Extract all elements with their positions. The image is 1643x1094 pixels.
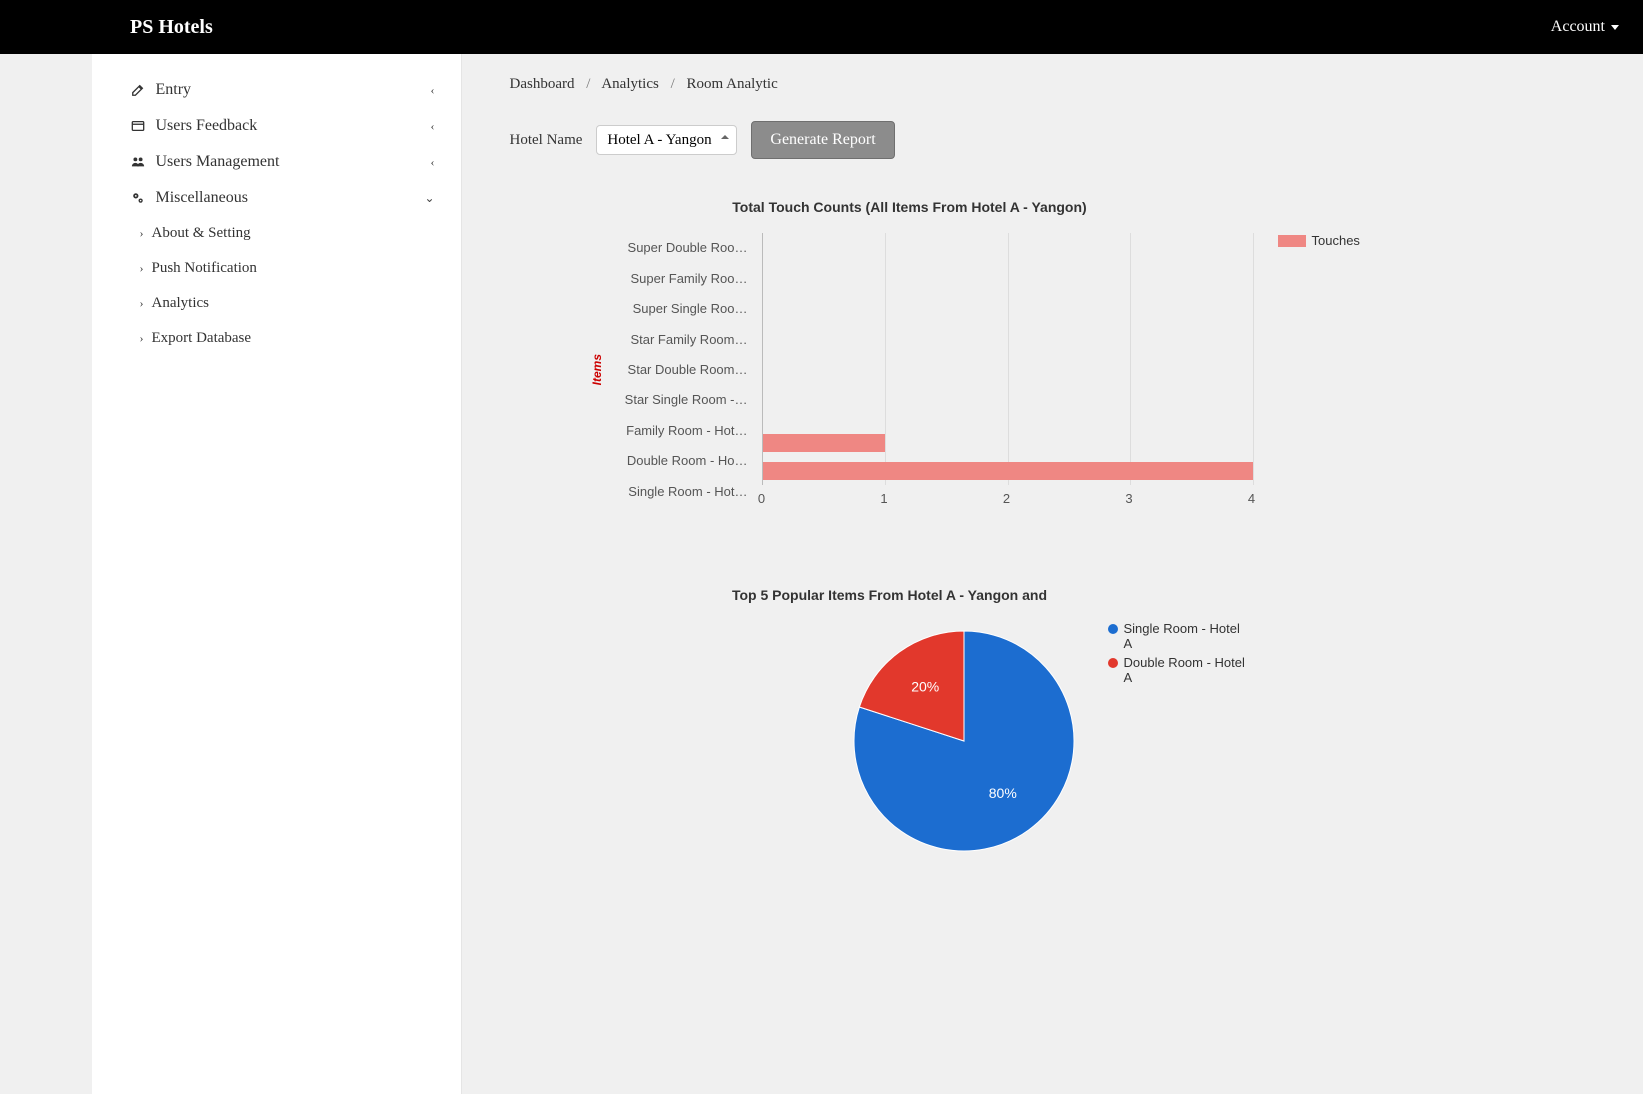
breadcrumb-dashboard[interactable]: Dashboard [510,76,575,92]
svg-text:80%: 80% [988,785,1016,801]
top-bar: PS Hotels Account [0,0,1643,54]
nav-entry[interactable]: Entry ‹ [92,72,461,108]
chevron-left-icon: ‹ [431,155,435,170]
account-label: Account [1551,18,1605,36]
hotel-select[interactable]: Hotel A - Yangon [596,125,737,155]
chevron-down-icon: ⌄ [424,191,434,206]
breadcrumb-separator: / [671,76,675,92]
nav-entry-label: Entry [156,81,192,99]
breadcrumb: Dashboard / Analytics / Room Analytic [510,76,1582,93]
bar-chart-x-axis: 01234 [762,491,1252,507]
bar-chart-legend: Touches [1278,233,1360,507]
edit-icon [130,83,146,97]
account-menu[interactable]: Account [1551,18,1619,36]
generate-report-button[interactable]: Generate Report [751,121,894,159]
nav-about-setting[interactable]: › About & Setting [92,216,461,251]
filter-row: Hotel Name Hotel A - Yangon Generate Rep… [510,121,1582,159]
nav-miscellaneous[interactable]: Miscellaneous ⌄ [92,180,461,216]
bar-chart-categories: Super Double Roo…Super Family Roo…Super … [618,233,748,507]
chevron-right-icon: › [140,261,144,276]
bar [763,434,886,452]
brand-title[interactable]: PS Hotels [130,16,213,39]
nav-push-notification[interactable]: › Push Notification [92,251,461,286]
chevron-left-icon: ‹ [431,83,435,98]
pie-chart-legend: Single Room - Hotel ADouble Room - Hotel… [1108,621,1248,861]
bar-chart-legend-label: Touches [1312,233,1360,248]
hotel-select-wrap: Hotel A - Yangon [596,125,737,155]
bar [763,462,1253,480]
breadcrumb-current: Room Analytic [687,76,778,92]
users-icon [130,155,146,169]
nav-analytics[interactable]: › Analytics [92,286,461,321]
gears-icon [130,191,146,205]
legend-swatch [1278,235,1306,247]
main-content: Dashboard / Analytics / Room Analytic Ho… [462,54,1622,1094]
bar-chart-y-axis-label: Items [590,354,604,385]
caret-down-icon [1611,25,1619,30]
pie-chart-plot: 80% 20% [844,621,1084,861]
chevron-right-icon: › [140,296,144,311]
nav-push-notification-label: Push Notification [152,260,257,277]
chevron-left-icon: ‹ [431,119,435,134]
nav-miscellaneous-label: Miscellaneous [156,189,248,207]
pie-chart-title: Top 5 Popular Items From Hotel A - Yango… [510,587,1270,603]
chevron-right-icon: › [140,226,144,241]
nav-users-feedback[interactable]: Users Feedback ‹ [92,108,461,144]
sidebar: Entry ‹ Users Feedback ‹ Users Managemen… [92,54,462,1094]
nav-users-management[interactable]: Users Management ‹ [92,144,461,180]
svg-text:20%: 20% [911,678,939,694]
pie-chart: Top 5 Popular Items From Hotel A - Yango… [510,587,1582,861]
breadcrumb-analytics[interactable]: Analytics [601,76,659,92]
nav-export-database[interactable]: › Export Database [92,321,461,356]
nav-export-database-label: Export Database [152,330,252,347]
bar-chart-plot [762,233,1252,485]
nav-users-feedback-label: Users Feedback [156,117,258,135]
nav-users-management-label: Users Management [156,153,280,171]
filter-label: Hotel Name [510,132,583,149]
nav-analytics-label: Analytics [152,295,210,312]
bar-chart: Total Touch Counts (All Items From Hotel… [510,199,1582,507]
breadcrumb-separator: / [586,76,590,92]
bar-chart-title: Total Touch Counts (All Items From Hotel… [590,199,1230,215]
chevron-right-icon: › [140,331,144,346]
nav-about-setting-label: About & Setting [152,225,251,242]
card-icon [130,119,146,133]
